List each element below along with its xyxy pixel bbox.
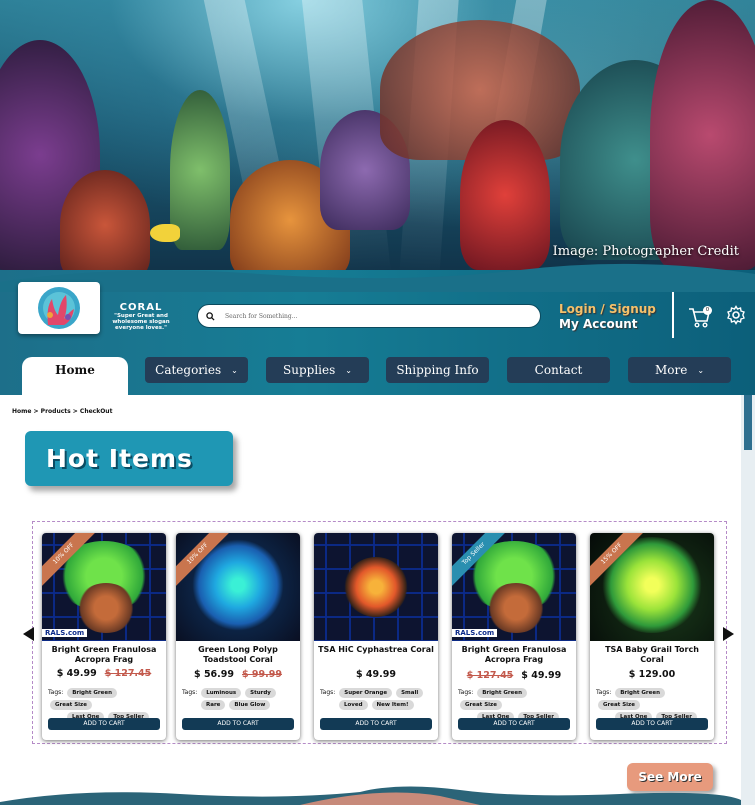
product-card[interactable]: Top Seller RALS.com Bright Green Franulo… [452,533,576,740]
nav-categories[interactable]: Categories ⌄ [145,357,248,383]
product-card[interactable]: TSA HiC Cyphastrea Coral $ 49.99 Tags: S… [314,533,438,740]
chevron-down-icon: ⌄ [345,365,352,375]
chevron-down-icon: ⌄ [697,365,705,375]
add-to-cart-button[interactable]: ADD TO CART [458,718,570,730]
tag[interactable]: Rare [201,700,226,710]
brand-slogan: "Super Great and wholesome slogan everyo… [112,313,170,331]
image-watermark: RALS.com [452,629,498,637]
brand: CORAL "Super Great and wholesome slogan … [108,302,174,331]
account-links: Login / Signup My Account [559,302,656,332]
nav-categories-label: Categories [155,363,222,377]
tag[interactable]: Loved [339,700,368,710]
nav-shipping-info[interactable]: Shipping Info [386,357,489,383]
hero-image: Image: Photographer Credit [0,0,755,290]
header-divider [672,292,674,338]
header-wave [0,263,755,292]
section-title: Hot Items [25,431,233,486]
product-price: $ 49.99 [356,669,396,680]
product-name[interactable]: Green Long Polyp Toadstool Coral [180,645,296,665]
product-old-price: $ 127.45 [466,670,514,681]
gear-icon[interactable] [726,305,746,325]
breadcrumb[interactable]: Home > Products > CheckOut [12,408,112,415]
tags-label: Tags: [182,689,198,696]
search-input[interactable]: Search for Something... [197,304,541,328]
nav-home[interactable]: Home [22,357,128,395]
login-signup-link[interactable]: Login / Signup [559,302,656,317]
coral-logo-icon [38,287,80,329]
tag[interactable]: Bright Green [477,688,528,698]
product-image [314,533,438,641]
add-to-cart-button[interactable]: ADD TO CART [320,718,432,730]
add-to-cart-button[interactable]: ADD TO CART [182,718,294,730]
tag[interactable]: Super Orange [339,688,393,698]
product-price-row: $ 56.99 $ 99.99 [176,669,300,680]
product-price: $ 129.00 [628,669,676,680]
nav-supplies-label: Supplies [283,363,336,377]
tag[interactable]: Small [396,688,424,698]
chevron-down-icon: ⌄ [231,365,238,375]
tag[interactable]: Sturdy [245,688,276,698]
product-name[interactable]: Bright Green Franulosa Acropra Frag [456,645,572,665]
nav-more[interactable]: More ⌄ [628,357,731,383]
tags-label: Tags: [458,689,474,696]
add-to-cart-button[interactable]: ADD TO CART [596,718,708,730]
product-price-row: $ 49.99 $ 127.45 [42,668,166,679]
footer-wave [0,786,741,805]
logo[interactable] [18,282,100,334]
product-old-price: $ 127.45 [104,668,152,679]
image-credit: Image: Photographer Credit [552,244,739,259]
product-name[interactable]: TSA HiC Cyphastrea Coral [318,645,434,655]
tag[interactable]: New Item! [371,700,414,710]
carousel-prev-icon[interactable] [23,627,34,641]
product-price: $ 49.99 [56,668,97,679]
product-tags: Tags: Luminous Sturdy Rare Blue Glow [182,687,298,711]
brand-name: CORAL [119,302,163,313]
tag[interactable]: Great Size [460,700,502,710]
product-card[interactable]: 10% OFF Green Long Polyp Toadstool Coral… [176,533,300,740]
product-card[interactable]: 10% OFF RALS.com Bright Green Franulosa … [42,533,166,740]
product-price-row: $ 49.99 [314,669,438,680]
nav-more-label: More [654,363,688,377]
nav-supplies[interactable]: Supplies ⌄ [266,357,369,383]
add-to-cart-button[interactable]: ADD TO CART [48,718,160,730]
tags-label: Tags: [596,689,612,696]
tag[interactable]: Luminous [201,688,242,698]
tag[interactable]: Great Size [50,700,92,710]
tag[interactable]: Bright Green [615,688,666,698]
cart-count-badge: 0 [703,306,712,315]
search-icon [206,311,215,321]
scrollbar[interactable] [741,395,755,805]
product-price-row: $ 129.00 [590,669,714,680]
tag[interactable]: Blue Glow [229,700,271,710]
image-watermark: RALS.com [42,629,88,637]
tags-label: Tags: [320,689,336,696]
product-price-row: $ 127.45 $ 49.99 [452,670,576,681]
product-tags: Tags: Super Orange Small Loved New Item! [320,687,436,711]
tag[interactable]: Bright Green [67,688,118,698]
product-price: $ 49.99 [521,670,562,681]
nav-contact[interactable]: Contact [507,357,610,383]
tag[interactable]: Great Size [598,700,640,710]
nav-contact-label: Contact [534,363,583,377]
product-name[interactable]: Bright Green Franulosa Acropra Frag [46,645,162,665]
product-card[interactable]: 15% OFF TSA Baby Grail Torch Coral $ 129… [590,533,714,740]
scrollbar-thumb[interactable] [744,395,752,450]
nav-shipping-label: Shipping Info [396,363,479,377]
tags-label: Tags: [48,689,64,696]
carousel-next-icon[interactable] [723,627,734,641]
product-name[interactable]: TSA Baby Grail Torch Coral [594,645,710,665]
product-old-price: $ 99.99 [242,669,282,680]
my-account-link[interactable]: My Account [559,317,656,332]
product-price: $ 56.99 [194,669,234,680]
search-placeholder: Search for Something... [225,312,298,320]
